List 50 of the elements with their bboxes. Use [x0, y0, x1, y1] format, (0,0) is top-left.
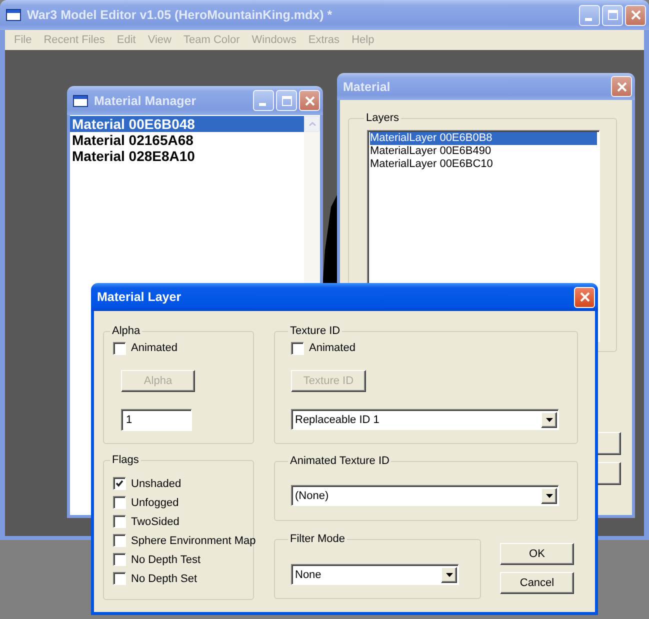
checkbox-label[interactable]: No Depth Set: [131, 572, 198, 584]
list-item[interactable]: Material 02165A68: [70, 132, 304, 148]
cancel-button[interactable]: Cancel: [500, 572, 574, 594]
checkbox-label[interactable]: TwoSided: [131, 516, 180, 528]
window-icon: [6, 9, 21, 21]
minimize-icon: [585, 18, 592, 20]
close-icon: [304, 96, 314, 106]
checkbox[interactable]: [113, 496, 126, 509]
group-label: Texture ID: [289, 325, 342, 338]
dropdown[interactable]: Replaceable ID 1: [291, 409, 559, 430]
checkbox-label[interactable]: Unfogged: [131, 496, 179, 508]
window-title: Material: [343, 80, 392, 94]
list-item[interactable]: MaterialLayer 00E6BC10: [370, 158, 597, 171]
window-title: War3 Model Editor v1.05 (HeroMountainKing.mdx) *: [27, 8, 334, 22]
check-icon: [116, 480, 123, 487]
group-label: Alpha: [111, 325, 142, 338]
minimize-icon: [259, 103, 266, 106]
maximize-icon: [608, 10, 618, 20]
checkbox-label[interactable]: Animated: [309, 342, 356, 354]
checkbox[interactable]: [113, 553, 126, 566]
group-label: Animated Texture ID: [289, 455, 390, 468]
checkbox[interactable]: [113, 477, 126, 490]
checkbox-label[interactable]: Sphere Environment Map: [131, 534, 256, 546]
group-label: Flags: [111, 454, 140, 467]
dropdown[interactable]: (None): [291, 485, 559, 506]
maximize-icon: [282, 96, 292, 106]
list-item[interactable]: Material 028E8A10: [70, 148, 304, 164]
checkbox-label[interactable]: No Depth Test: [131, 554, 201, 566]
list-item[interactable]: MaterialLayer 00E6B0B8: [370, 132, 597, 145]
list-item[interactable]: Material 00E6B048: [70, 116, 304, 132]
text-field[interactable]: 1: [121, 409, 192, 431]
list-item[interactable]: MaterialLayer 00E6B490: [370, 145, 597, 158]
checkbox[interactable]: [113, 515, 126, 528]
group-label: Layers: [365, 112, 400, 125]
close-icon: [630, 10, 640, 20]
ok-button[interactable]: OK: [500, 543, 574, 565]
window-icon: [73, 94, 88, 106]
group-label: Filter Mode: [289, 533, 346, 546]
checkbox[interactable]: [113, 534, 126, 547]
checkbox[interactable]: [291, 342, 304, 354]
dropdown[interactable]: None: [291, 564, 459, 585]
chevron-up-icon: [308, 122, 316, 126]
close-icon: [580, 292, 590, 302]
checkbox-label[interactable]: Unshaded: [131, 478, 182, 490]
window-title: Material Manager: [94, 94, 198, 108]
close-icon: [616, 82, 626, 92]
checkbox[interactable]: [113, 342, 126, 354]
checkbox-label[interactable]: Animated: [131, 342, 178, 354]
window-title: Material Layer: [97, 290, 182, 304]
checkbox[interactable]: [113, 572, 126, 585]
